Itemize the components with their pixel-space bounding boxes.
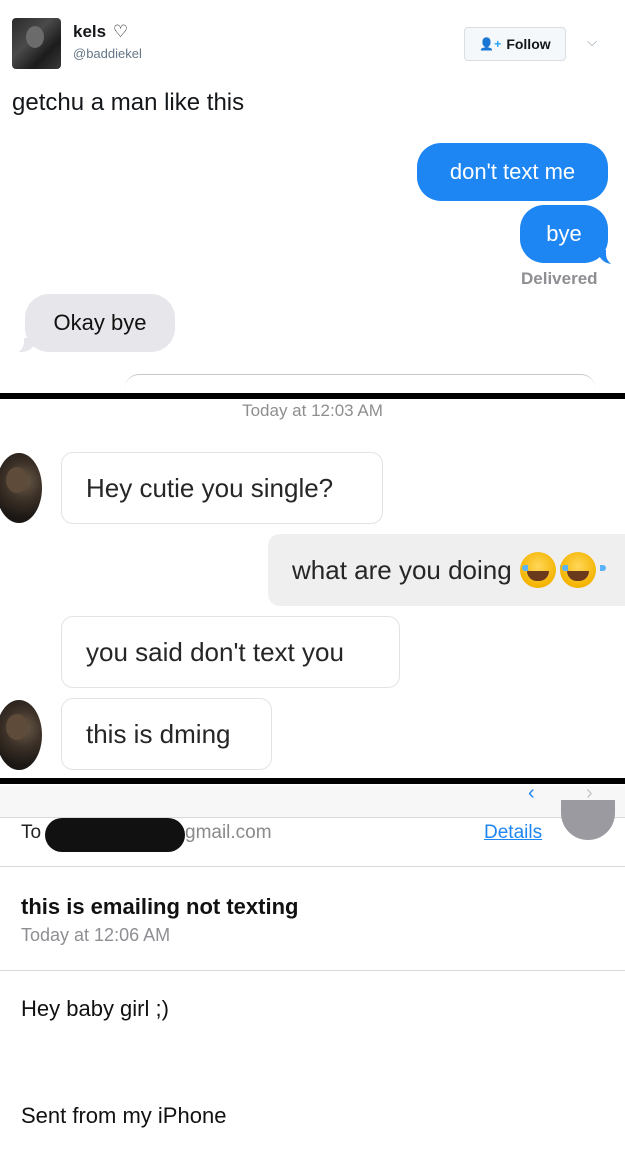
tweet-author-name[interactable]: kels ♡ (73, 22, 128, 42)
dm-received-bubble: you said don't text you (61, 616, 400, 688)
tweet-author-name-text: kels (73, 22, 107, 41)
dm-message-text: this is dming (86, 718, 231, 749)
follow-label: Follow (506, 36, 551, 52)
message-input-edge[interactable] (125, 374, 595, 388)
dm-timestamp: Today at 12:03 AM (242, 401, 383, 420)
dm-message-text: you said don't text you (86, 636, 344, 667)
separator (0, 866, 625, 867)
sender-avatar[interactable] (561, 800, 615, 840)
dm-message-text: Hey cutie you single? (86, 472, 334, 503)
mail-toolbar: ▔▔▔ ▔▔▔▔ ‹ › (0, 786, 625, 818)
chevron-down-icon[interactable]: ⌵ (584, 34, 600, 50)
separator (0, 970, 625, 971)
dm-received-bubble: Hey cutie you single? (61, 452, 383, 524)
chevron-up-icon[interactable]: ‹ (528, 786, 535, 805)
details-link[interactable]: Details (484, 822, 542, 844)
mail-date: Today at 12:06 AM (21, 925, 171, 945)
mail-subject: this is emailing not texting (21, 894, 299, 919)
avatar[interactable] (0, 700, 42, 770)
add-user-icon: 👤+ (479, 37, 502, 51)
inbox-back-link-cropped[interactable]: ▔▔▔ ▔▔▔▔ (18, 786, 159, 800)
to-label: To (21, 822, 42, 843)
dm-received-bubble: this is dming (61, 698, 272, 770)
avatar[interactable] (0, 453, 42, 523)
to-address[interactable]: gmail.com (185, 822, 272, 844)
dm-sent-bubble: what are you doing (268, 534, 625, 606)
divider (0, 778, 625, 784)
tweet-avatar[interactable] (12, 18, 61, 69)
imessage-sent-bubble: bye (520, 205, 608, 263)
tweet-author-handle[interactable]: @baddiekel (73, 46, 142, 61)
mail-body-line: Hey baby girl ;) (21, 996, 169, 1021)
heart-icon: ♡ (112, 22, 129, 41)
divider (0, 393, 625, 399)
mail-signature: Sent from my iPhone (21, 1103, 227, 1128)
follow-button[interactable]: 👤+ Follow (464, 27, 566, 61)
redaction-bar (45, 818, 185, 852)
laughing-emoji-icon (519, 552, 606, 588)
dm-message-text: what are you doing (292, 554, 512, 585)
tweet-text: getchu a man like this (12, 89, 245, 116)
delivered-status: Delivered (521, 269, 598, 288)
imessage-sent-bubble: don't text me (417, 143, 608, 201)
imessage-received-bubble: Okay bye (25, 294, 175, 352)
